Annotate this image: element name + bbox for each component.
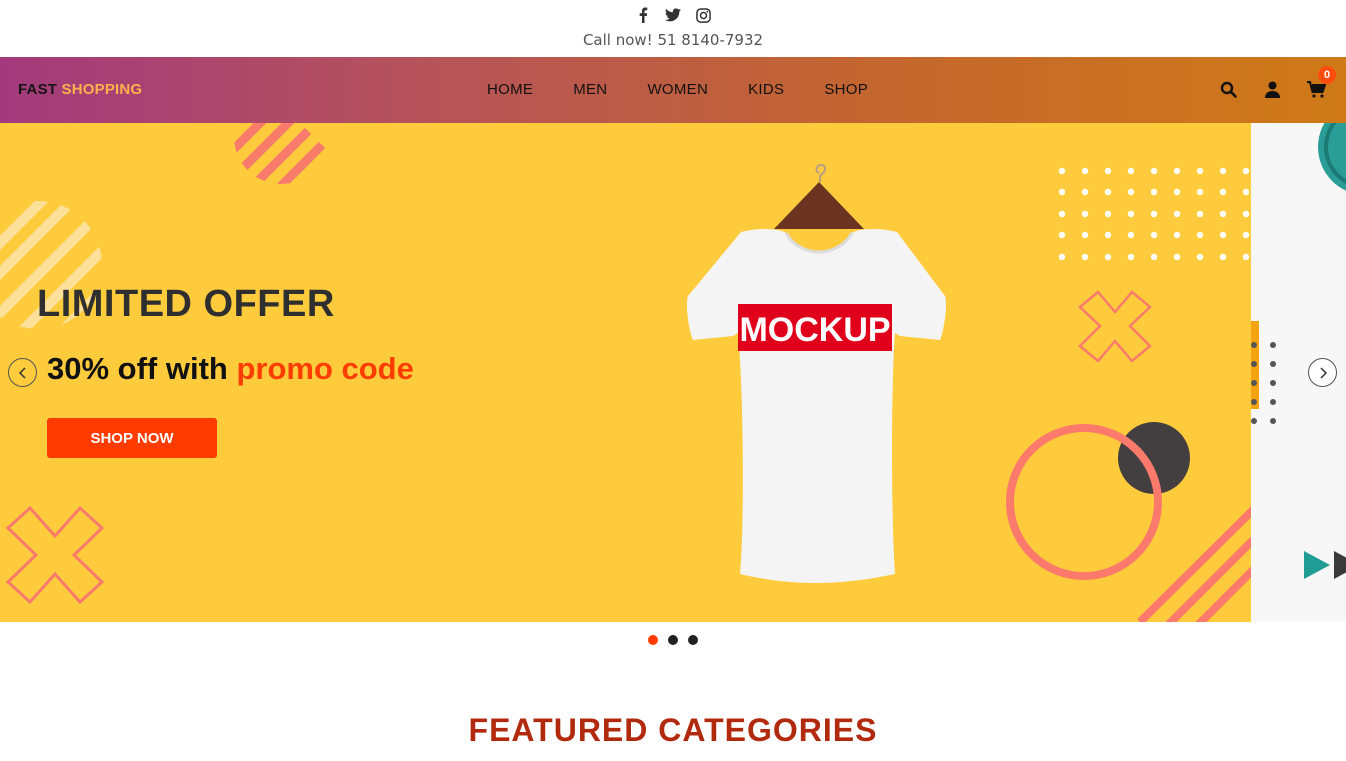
- nav-menu: HOME MEN WOMEN KIDS SHOP: [467, 81, 888, 98]
- hero-slide-active: MOCKUP LIMITED OFFER 30% off with promo …: [0, 123, 1251, 622]
- nav-item-kids[interactable]: KIDS: [728, 81, 804, 98]
- carousel-dot-3[interactable]: [688, 635, 698, 645]
- nav-item-home[interactable]: HOME: [467, 81, 553, 98]
- site-logo[interactable]: FAST SHOPPING: [18, 81, 142, 98]
- tshirt-mockup-image: MOCKUP: [686, 163, 947, 583]
- carousel-next-button[interactable]: [1308, 358, 1337, 387]
- chevron-left-icon: [18, 366, 26, 379]
- nav-item-women[interactable]: WOMEN: [627, 81, 728, 98]
- nav-actions: 0: [1218, 66, 1336, 99]
- cart-icon[interactable]: 0: [1306, 66, 1336, 99]
- nav-item-men[interactable]: MEN: [553, 81, 627, 98]
- instagram-icon[interactable]: [695, 6, 711, 24]
- search-icon[interactable]: [1218, 79, 1238, 99]
- carousel-dot-2[interactable]: [668, 635, 678, 645]
- cart-count-badge: 0: [1318, 66, 1336, 84]
- shop-now-button[interactable]: SHOP NOW: [47, 418, 217, 458]
- logo-text-fast: FAST: [18, 81, 58, 98]
- hero-carousel: MOCKUP LIMITED OFFER 30% off with promo …: [0, 123, 1346, 622]
- user-icon[interactable]: [1262, 79, 1282, 99]
- hero-title: LIMITED OFFER: [37, 283, 335, 325]
- twitter-icon[interactable]: [665, 6, 681, 24]
- phone-contact: Call now! 51 8140-7932: [582, 31, 764, 49]
- hero-subtitle: 30% off with promo code: [47, 351, 414, 387]
- social-links: [0, 6, 1346, 24]
- svg-text:MOCKUP: MOCKUP: [739, 311, 890, 349]
- featured-categories-heading: FEATURED CATEGORIES: [468, 712, 878, 748]
- hero-subtitle-accent: promo code: [236, 351, 414, 386]
- nav-item-shop[interactable]: SHOP: [804, 81, 888, 98]
- carousel-dot-1[interactable]: [648, 635, 658, 645]
- facebook-icon[interactable]: [635, 6, 651, 24]
- chevron-right-icon: [1319, 366, 1327, 379]
- carousel-prev-button[interactable]: [8, 358, 37, 387]
- hero-subtitle-text: 30% off with: [47, 351, 237, 386]
- main-navbar: FAST SHOPPING HOME MEN WOMEN KIDS SHOP 0: [0, 57, 1346, 123]
- top-bar: Call now! 51 8140-7932: [0, 0, 1346, 57]
- carousel-indicators: [0, 635, 1346, 645]
- logo-text-shopping: SHOPPING: [61, 81, 143, 98]
